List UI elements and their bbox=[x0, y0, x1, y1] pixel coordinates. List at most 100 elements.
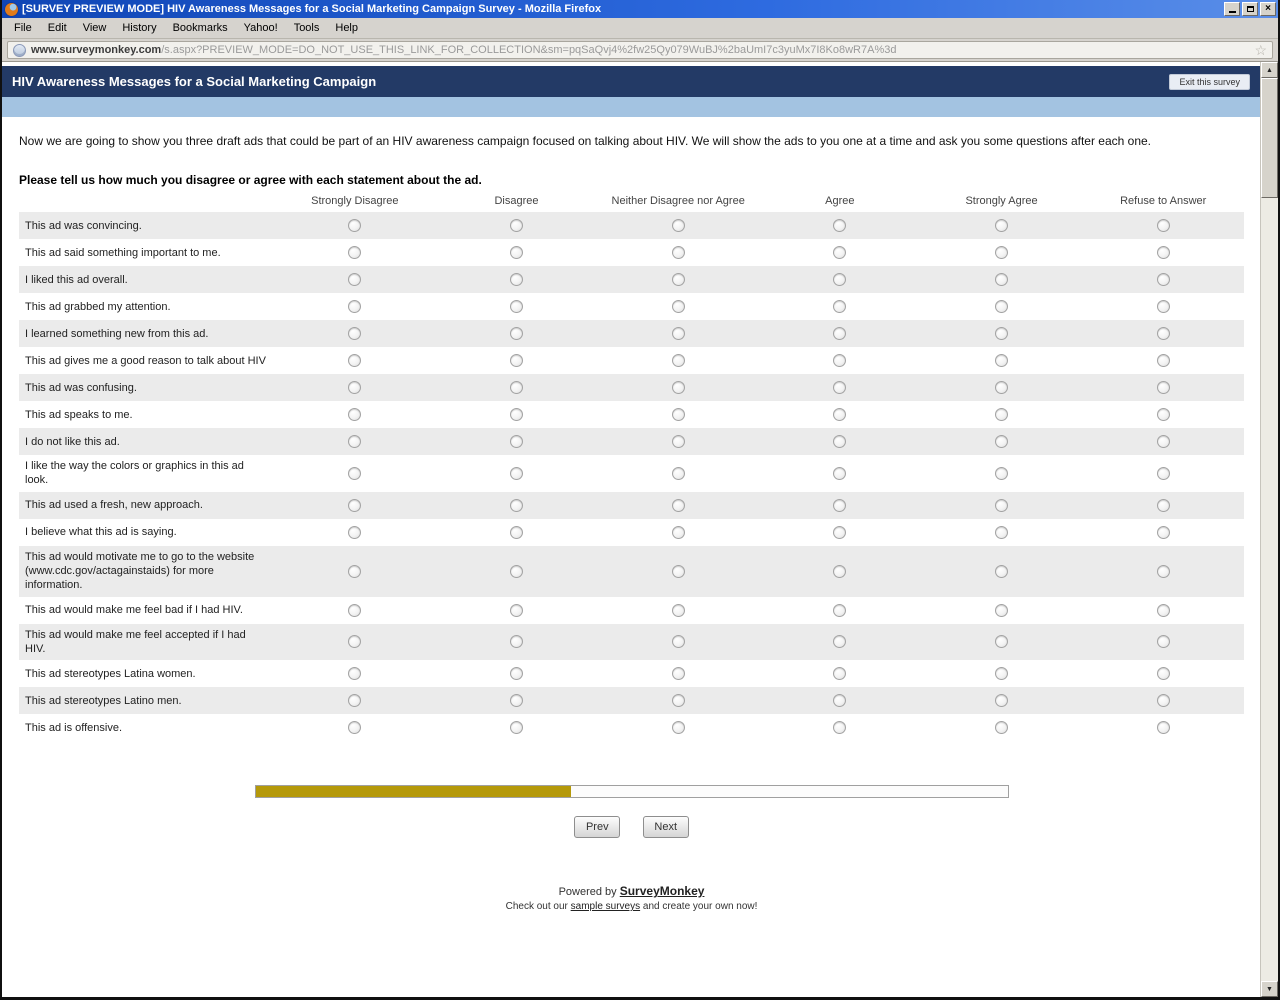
radio-strongly-disagree[interactable] bbox=[348, 604, 361, 617]
radio-agree[interactable] bbox=[833, 604, 846, 617]
scroll-up-button[interactable]: ▲ bbox=[1261, 62, 1278, 78]
radio-refuse-to-answer[interactable] bbox=[1157, 354, 1170, 367]
radio-agree[interactable] bbox=[833, 246, 846, 259]
radio-refuse-to-answer[interactable] bbox=[1157, 721, 1170, 734]
radio-neither-disagree-nor-agree[interactable] bbox=[672, 246, 685, 259]
radio-neither-disagree-nor-agree[interactable] bbox=[672, 604, 685, 617]
radio-disagree[interactable] bbox=[510, 381, 523, 394]
radio-refuse-to-answer[interactable] bbox=[1157, 273, 1170, 286]
radio-strongly-agree[interactable] bbox=[995, 300, 1008, 313]
radio-strongly-agree[interactable] bbox=[995, 273, 1008, 286]
radio-neither-disagree-nor-agree[interactable] bbox=[672, 381, 685, 394]
menu-item-edit[interactable]: Edit bbox=[40, 19, 75, 37]
radio-agree[interactable] bbox=[833, 667, 846, 680]
radio-refuse-to-answer[interactable] bbox=[1157, 300, 1170, 313]
radio-refuse-to-answer[interactable] bbox=[1157, 565, 1170, 578]
radio-disagree[interactable] bbox=[510, 408, 523, 421]
menu-item-view[interactable]: View bbox=[75, 19, 115, 37]
radio-refuse-to-answer[interactable] bbox=[1157, 604, 1170, 617]
radio-refuse-to-answer[interactable] bbox=[1157, 327, 1170, 340]
radio-disagree[interactable] bbox=[510, 526, 523, 539]
radio-disagree[interactable] bbox=[510, 354, 523, 367]
menu-item-help[interactable]: Help bbox=[327, 19, 366, 37]
restore-button[interactable] bbox=[1242, 2, 1258, 16]
radio-agree[interactable] bbox=[833, 408, 846, 421]
radio-neither-disagree-nor-agree[interactable] bbox=[672, 327, 685, 340]
menu-item-history[interactable]: History bbox=[114, 19, 164, 37]
radio-strongly-disagree[interactable] bbox=[348, 273, 361, 286]
radio-agree[interactable] bbox=[833, 499, 846, 512]
radio-strongly-agree[interactable] bbox=[995, 667, 1008, 680]
radio-disagree[interactable] bbox=[510, 219, 523, 232]
radio-disagree[interactable] bbox=[510, 604, 523, 617]
radio-refuse-to-answer[interactable] bbox=[1157, 526, 1170, 539]
radio-disagree[interactable] bbox=[510, 327, 523, 340]
menu-item-file[interactable]: File bbox=[6, 19, 40, 37]
radio-strongly-disagree[interactable] bbox=[348, 435, 361, 448]
radio-strongly-disagree[interactable] bbox=[348, 721, 361, 734]
radio-neither-disagree-nor-agree[interactable] bbox=[672, 435, 685, 448]
radio-disagree[interactable] bbox=[510, 435, 523, 448]
scrollbar-thumb[interactable] bbox=[1261, 78, 1278, 198]
scroll-down-button[interactable]: ▼ bbox=[1261, 981, 1278, 997]
radio-neither-disagree-nor-agree[interactable] bbox=[672, 721, 685, 734]
radio-strongly-agree[interactable] bbox=[995, 526, 1008, 539]
radio-strongly-disagree[interactable] bbox=[348, 408, 361, 421]
radio-strongly-disagree[interactable] bbox=[348, 635, 361, 648]
radio-neither-disagree-nor-agree[interactable] bbox=[672, 273, 685, 286]
radio-refuse-to-answer[interactable] bbox=[1157, 408, 1170, 421]
radio-strongly-disagree[interactable] bbox=[348, 381, 361, 394]
radio-disagree[interactable] bbox=[510, 721, 523, 734]
radio-refuse-to-answer[interactable] bbox=[1157, 467, 1170, 480]
radio-strongly-agree[interactable] bbox=[995, 604, 1008, 617]
radio-disagree[interactable] bbox=[510, 694, 523, 707]
radio-disagree[interactable] bbox=[510, 565, 523, 578]
vertical-scrollbar[interactable]: ▲ ▼ bbox=[1260, 62, 1278, 997]
radio-strongly-disagree[interactable] bbox=[348, 354, 361, 367]
sample-surveys-link[interactable]: sample surveys bbox=[571, 901, 640, 912]
radio-agree[interactable] bbox=[833, 467, 846, 480]
radio-strongly-agree[interactable] bbox=[995, 246, 1008, 259]
radio-neither-disagree-nor-agree[interactable] bbox=[672, 667, 685, 680]
radio-neither-disagree-nor-agree[interactable] bbox=[672, 635, 685, 648]
surveymonkey-link[interactable]: SurveyMonkey bbox=[620, 884, 705, 898]
radio-agree[interactable] bbox=[833, 721, 846, 734]
radio-strongly-agree[interactable] bbox=[995, 565, 1008, 578]
radio-refuse-to-answer[interactable] bbox=[1157, 667, 1170, 680]
radio-refuse-to-answer[interactable] bbox=[1157, 499, 1170, 512]
radio-agree[interactable] bbox=[833, 565, 846, 578]
exit-survey-button[interactable]: Exit this survey bbox=[1169, 74, 1250, 90]
menu-item-tools[interactable]: Tools bbox=[286, 19, 328, 37]
radio-agree[interactable] bbox=[833, 327, 846, 340]
radio-disagree[interactable] bbox=[510, 667, 523, 680]
radio-refuse-to-answer[interactable] bbox=[1157, 635, 1170, 648]
radio-disagree[interactable] bbox=[510, 273, 523, 286]
radio-agree[interactable] bbox=[833, 635, 846, 648]
radio-strongly-agree[interactable] bbox=[995, 635, 1008, 648]
radio-strongly-disagree[interactable] bbox=[348, 467, 361, 480]
radio-neither-disagree-nor-agree[interactable] bbox=[672, 467, 685, 480]
radio-agree[interactable] bbox=[833, 219, 846, 232]
radio-agree[interactable] bbox=[833, 435, 846, 448]
radio-agree[interactable] bbox=[833, 300, 846, 313]
radio-disagree[interactable] bbox=[510, 635, 523, 648]
radio-strongly-agree[interactable] bbox=[995, 694, 1008, 707]
radio-strongly-agree[interactable] bbox=[995, 354, 1008, 367]
radio-refuse-to-answer[interactable] bbox=[1157, 246, 1170, 259]
url-field[interactable]: www.surveymonkey.com/s.aspx?PREVIEW_MODE… bbox=[7, 41, 1273, 59]
radio-strongly-disagree[interactable] bbox=[348, 526, 361, 539]
radio-agree[interactable] bbox=[833, 273, 846, 286]
radio-disagree[interactable] bbox=[510, 499, 523, 512]
radio-neither-disagree-nor-agree[interactable] bbox=[672, 354, 685, 367]
radio-strongly-disagree[interactable] bbox=[348, 565, 361, 578]
radio-agree[interactable] bbox=[833, 694, 846, 707]
radio-strongly-agree[interactable] bbox=[995, 721, 1008, 734]
minimize-button[interactable] bbox=[1224, 2, 1240, 16]
menu-item-bookmarks[interactable]: Bookmarks bbox=[165, 19, 236, 37]
menu-item-yahoo[interactable]: Yahoo! bbox=[236, 19, 286, 37]
radio-agree[interactable] bbox=[833, 354, 846, 367]
scrollbar-track[interactable] bbox=[1261, 198, 1278, 981]
radio-refuse-to-answer[interactable] bbox=[1157, 435, 1170, 448]
radio-strongly-disagree[interactable] bbox=[348, 300, 361, 313]
radio-neither-disagree-nor-agree[interactable] bbox=[672, 526, 685, 539]
